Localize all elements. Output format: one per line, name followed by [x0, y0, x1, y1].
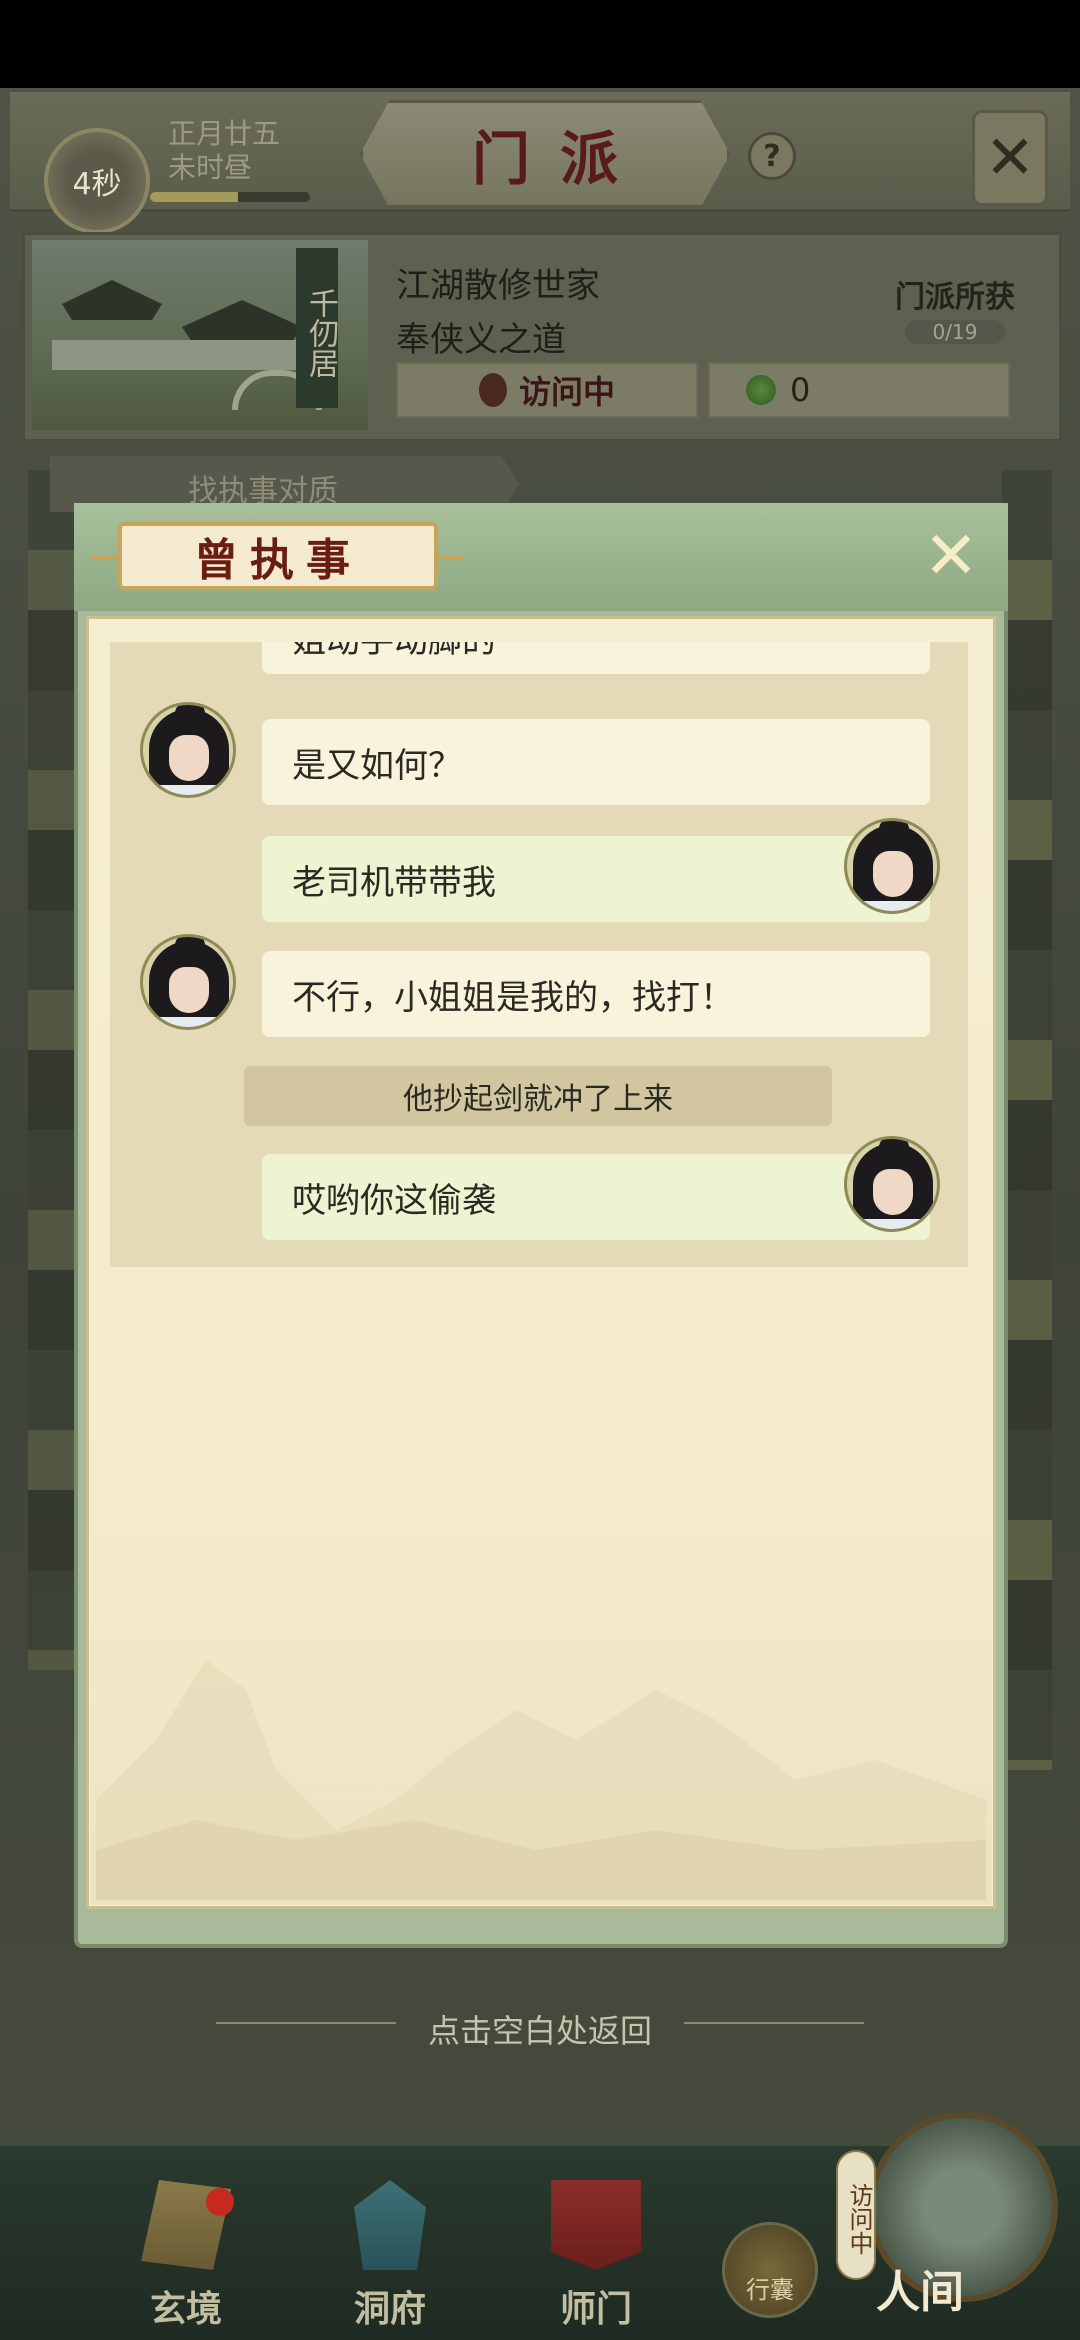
- pavilion-roof-left: [62, 280, 162, 320]
- time-progress-fill: [150, 192, 238, 202]
- lantern-icon: [478, 373, 507, 407]
- visiting-status-label: 访问中: [518, 373, 615, 411]
- male-avatar: [844, 1136, 940, 1232]
- jade-coin-icon: [746, 375, 776, 405]
- dialog-close-button[interactable]: ✕: [918, 517, 984, 594]
- nav-label: 洞府: [353, 2288, 426, 2330]
- courtyard-wall: [52, 340, 332, 370]
- sect-gains-button[interactable]: 门派所获 0/19: [880, 272, 1030, 344]
- banner-icon: [551, 2180, 641, 2270]
- female-avatar: [140, 934, 236, 1030]
- nav-item-shimen[interactable]: 师门: [526, 2180, 666, 2330]
- dialog-title-plate: 曾执事: [92, 522, 464, 590]
- time-progress-bar: [150, 192, 310, 202]
- topknot: [879, 1139, 909, 1159]
- pavilion-roof-right: [182, 300, 302, 345]
- chat-bubble: 姐动手动脚的: [262, 642, 930, 674]
- message-text: 老司机带带我: [292, 862, 496, 903]
- dialog-title: 曾执事: [194, 535, 362, 586]
- coin-counter: 0: [708, 362, 1010, 418]
- background-decoration-left: [28, 470, 78, 1670]
- status-bar: [0, 0, 1080, 88]
- world-label: 人间: [876, 2267, 964, 2318]
- message-text: 姐动手动脚的: [292, 642, 496, 662]
- nav-item-xuanjing[interactable]: 玄境: [116, 2180, 256, 2330]
- help-button[interactable]: ?: [748, 132, 796, 180]
- bag-button[interactable]: 行囊: [722, 2222, 818, 2318]
- narration-text: 他抄起剑就冲了上来: [403, 1082, 673, 1117]
- chat-bubble: 不行，小姐姐是我的，找打！: [262, 951, 930, 1037]
- chat-area[interactable]: 姐动手动脚的 是又如何？ 老司机带带我 不行，小姐姐是我的，找打！ 他抄起剑就冲…: [110, 642, 968, 1267]
- page-title: 门派: [471, 125, 648, 193]
- face: [169, 735, 209, 781]
- sect-gains-count: 0/19: [905, 320, 1005, 344]
- ink-mountains-decoration: [96, 1660, 986, 1900]
- visiting-status-button[interactable]: 访问中: [396, 362, 698, 418]
- topknot: [879, 821, 909, 841]
- sect-gains-label: 门派所获: [895, 280, 1015, 315]
- bag-label: 行囊: [746, 2276, 794, 2304]
- coin-count: 0: [790, 371, 811, 409]
- sect-description-line1: 江湖散修世家: [396, 266, 600, 306]
- hair-bun: [175, 705, 205, 725]
- visiting-tag: 访问中: [836, 2150, 876, 2280]
- timer-display: 4秒: [44, 128, 150, 234]
- message-text: 哎哟你这偷袭: [292, 1180, 496, 1221]
- notification-dot: [206, 2188, 234, 2216]
- nav-label: 玄境: [149, 2288, 222, 2330]
- robe: [153, 785, 229, 795]
- close-icon: ✕: [923, 516, 979, 594]
- message-text: 是又如何？: [292, 745, 462, 786]
- face: [169, 967, 209, 1013]
- sect-name: 千仞居: [296, 248, 338, 408]
- chat-bubble: 哎哟你这偷袭: [262, 1154, 930, 1240]
- close-icon: ✕: [984, 123, 1036, 193]
- female-avatar: [140, 702, 236, 798]
- nav-label: 师门: [559, 2288, 632, 2330]
- return-hint[interactable]: 点击空白处返回: [0, 2006, 1080, 2052]
- sect-description-line2: 奉侠义之道: [396, 320, 566, 360]
- message-text: 不行，小姐姐是我的，找打！: [292, 977, 734, 1018]
- title-plaque: 门派: [360, 100, 730, 208]
- face: [873, 1169, 913, 1215]
- male-avatar: [844, 818, 940, 914]
- hair-bun: [175, 937, 205, 957]
- chat-bubble: 老司机带带我: [262, 836, 930, 922]
- timer-text: 4秒: [72, 167, 122, 202]
- robe: [153, 1017, 229, 1027]
- narration-line: 他抄起剑就冲了上来: [244, 1066, 832, 1126]
- chat-bubble: 是又如何？: [262, 719, 930, 805]
- close-page-button[interactable]: ✕: [972, 110, 1048, 206]
- tower-icon: [354, 2180, 426, 2270]
- nav-item-dongfu[interactable]: 洞府: [320, 2180, 460, 2330]
- background-decoration-right: [1002, 470, 1052, 1770]
- time-of-day: 未时昼: [168, 151, 253, 184]
- face: [873, 851, 913, 897]
